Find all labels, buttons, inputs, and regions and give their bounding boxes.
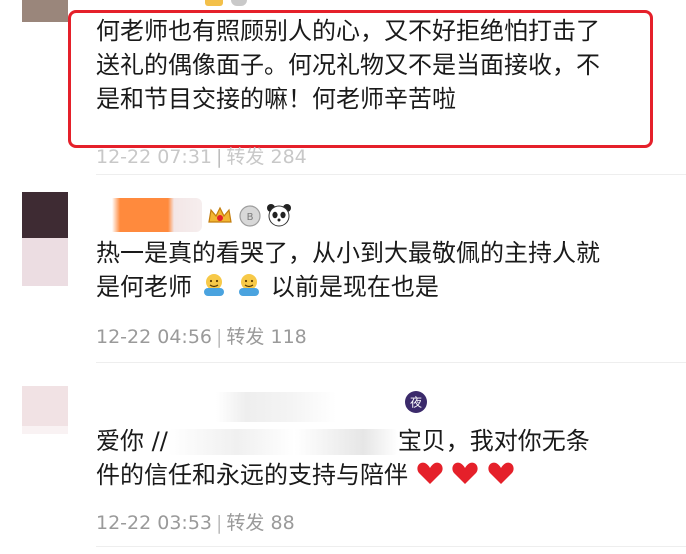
heart-icon [451, 460, 479, 495]
timestamp: 12-22 03:53 [96, 512, 213, 534]
avatar[interactable] [22, 192, 68, 286]
avatar[interactable] [22, 386, 68, 434]
night-badge-icon: 夜 [404, 390, 428, 420]
comment-text: 何老师也有照顾别人的心，又不好拒绝怕打击了 送礼的偶像面子。何况礼物又不是当面接… [96, 17, 600, 113]
repost-link[interactable]: 转发 88 [226, 512, 294, 534]
comment-meta: 12-22 04:56 | 转发 118 [96, 322, 307, 349]
panda-icon [266, 203, 292, 233]
hug-emoji-icon [200, 272, 228, 307]
crown-badge-icon [206, 204, 234, 234]
separator: | [216, 326, 223, 348]
crown-badge-icon [205, 0, 223, 6]
comment-text: 热一是真的看哭了，从小到大最敬佩的主持人就 是何老师 以前是现在也是 [96, 236, 600, 307]
divider [96, 546, 686, 547]
heart-icon [487, 460, 515, 495]
svg-text:B: B [247, 212, 254, 223]
divider [96, 362, 686, 363]
heart-icon [416, 460, 444, 495]
redacted-mention [167, 429, 398, 455]
comment-meta: 12-22 07:31 | 转发 284 [96, 142, 307, 169]
separator: | [216, 146, 223, 168]
hug-emoji-icon [235, 272, 263, 307]
repost-link[interactable]: 转发 118 [226, 326, 306, 348]
comment-meta: 12-22 03:53 | 转发 88 [96, 508, 295, 535]
badge-icons-top [205, 0, 265, 8]
timestamp: 12-22 07:31 [96, 146, 213, 168]
divider [96, 174, 686, 175]
silver-medal-icon: B [238, 204, 262, 234]
avatar[interactable] [22, 0, 68, 22]
timestamp: 12-22 04:56 [96, 326, 213, 348]
repost-link[interactable]: 转发 284 [226, 146, 306, 168]
username-redacted[interactable] [96, 392, 396, 422]
comment-text: 爱你 //宝贝，我对你无条 件的信任和永远的支持与陪伴 [96, 424, 590, 495]
username-redacted[interactable] [102, 198, 202, 232]
silver-medal-icon [231, 0, 247, 6]
night-badge-label: 夜 [410, 395, 422, 410]
separator: | [216, 512, 223, 534]
